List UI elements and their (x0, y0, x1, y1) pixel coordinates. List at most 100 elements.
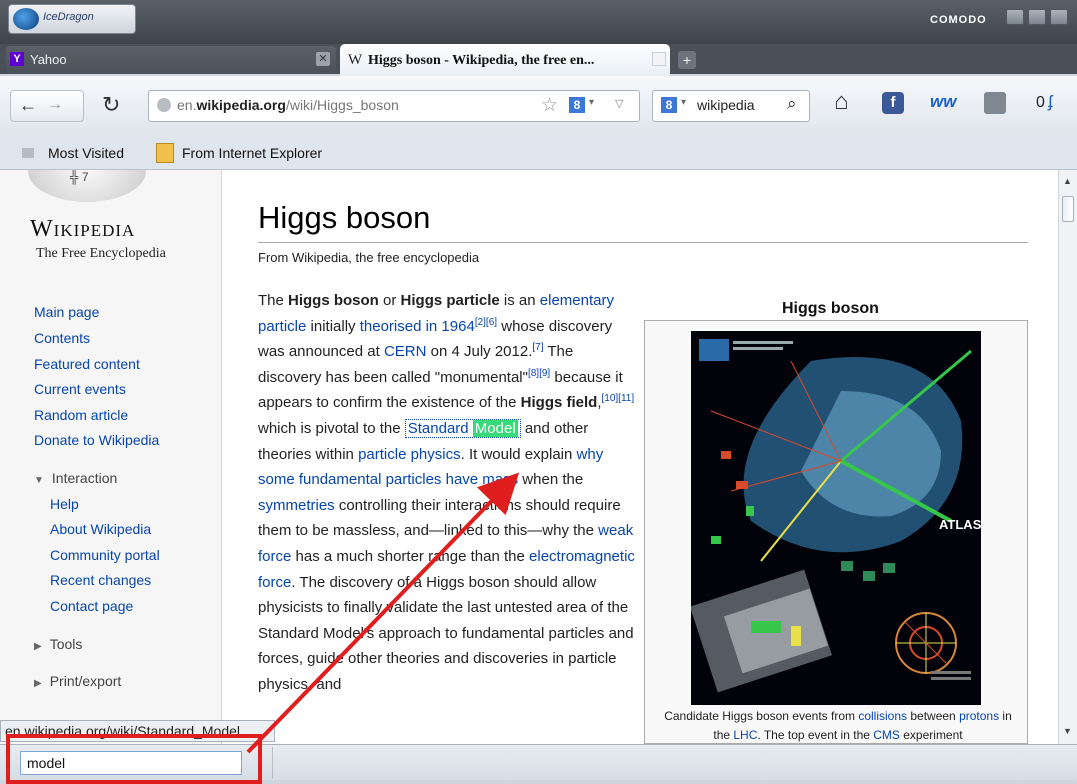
section-interaction[interactable]: ▼ Interaction (34, 470, 117, 486)
url-text: en.wikipedia.org/wiki/Higgs_boson (177, 97, 399, 113)
nav-main-page[interactable]: Main page (34, 304, 99, 320)
history-dropdown-icon[interactable]: ▽ (615, 97, 623, 110)
link-theorised[interactable]: theorised in 1964 (360, 318, 475, 335)
counter-label: 0 (1036, 94, 1045, 111)
nav-donate[interactable]: Donate to Wikipedia (34, 432, 159, 448)
link-lhc[interactable]: LHC (733, 728, 757, 742)
home-icon[interactable]: ⌂ (834, 88, 849, 116)
tab-label: Higgs boson - Wikipedia, the free en... (368, 53, 595, 68)
folder-icon (156, 143, 174, 163)
atlas-label: ATLAS (939, 517, 981, 532)
find-match-highlight: Model (472, 419, 518, 437)
wikipedia-favicon-icon: W (348, 52, 363, 68)
app-menu-button[interactable]: IceDragon (8, 4, 136, 34)
wiki-sidebar: ╬ 7 Wikipedia The Free Encyclopedia Main… (0, 170, 222, 744)
citation[interactable]: [2][6] (475, 317, 497, 328)
app-name: IceDragon (43, 11, 94, 23)
bookmark-service-icon[interactable]: 8 (569, 97, 585, 113)
site-identity-icon[interactable] (157, 98, 171, 112)
search-engine-dropdown-icon[interactable]: ▾ (681, 97, 686, 108)
infobox: ATLAS Candidate Higgs boson events from … (644, 320, 1028, 744)
social-share-icon[interactable]: ww (930, 92, 956, 112)
section-tools[interactable]: ▶ Tools (34, 636, 82, 652)
bookmark-most-visited[interactable]: Most Visited (48, 145, 124, 161)
page-subtitle: From Wikipedia, the free encyclopedia (258, 250, 480, 265)
navigation-bar: ← → ↻ en.wikipedia.org/wiki/Higgs_boson … (0, 76, 1077, 138)
screenshot-icon[interactable] (984, 92, 1006, 114)
wikipedia-tagline: The Free Encyclopedia (36, 246, 166, 261)
nav-featured-content[interactable]: Featured content (34, 356, 140, 372)
wikipedia-wordmark[interactable]: Wikipedia (30, 216, 135, 243)
nav-community-portal[interactable]: Community portal (50, 547, 160, 563)
bookmark-star-icon[interactable]: ☆ (541, 94, 558, 117)
bookmark-from-ie[interactable]: From Internet Explorer (182, 145, 322, 161)
close-tab-icon[interactable] (652, 52, 666, 66)
scroll-up-arrow-icon[interactable]: ▲ (1063, 176, 1072, 186)
link-standard-model[interactable]: Standard Model (404, 418, 521, 438)
scroll-down-arrow-icon[interactable]: ▼ (1063, 726, 1072, 736)
annotation-highlight-box (6, 734, 262, 784)
expanded-triangle-icon: ▼ (34, 475, 44, 486)
new-tab-button[interactable]: + (678, 51, 696, 69)
extension-icon[interactable]: ʄ (1048, 92, 1052, 112)
link-particle-physics[interactable]: particle physics (358, 446, 461, 463)
collision-event-image[interactable]: ATLAS (691, 331, 981, 705)
tab-higgs-boson[interactable]: W Higgs boson - Wikipedia, the free en..… (340, 44, 670, 76)
close-tab-icon[interactable]: ✕ (316, 52, 330, 66)
maximize-button[interactable] (1028, 9, 1046, 25)
citation[interactable]: [8][9] (528, 368, 550, 379)
article-paragraph: The Higgs boson or Higgs particle is an … (258, 292, 635, 693)
scroll-thumb[interactable] (1062, 196, 1074, 222)
collapsed-triangle-icon: ▶ (34, 678, 42, 689)
collapsed-triangle-icon: ▶ (34, 641, 42, 652)
title-bar: IceDragon COMODO (0, 0, 1077, 44)
nav-contents[interactable]: Contents (34, 330, 90, 346)
search-input[interactable]: wikipedia (697, 97, 755, 113)
bookmarks-bar: Most Visited From Internet Explorer (0, 138, 1077, 170)
most-visited-icon (22, 148, 34, 158)
collision-graphic: ATLAS (691, 331, 981, 705)
globe-glyphs: ╬ 7 (70, 170, 89, 184)
nav-current-events[interactable]: Current events (34, 381, 126, 397)
link-cms[interactable]: CMS (873, 728, 900, 742)
yahoo-favicon-icon: Y (10, 52, 24, 66)
brand-label: COMODO (930, 14, 987, 26)
link-collisions[interactable]: collisions (858, 709, 907, 723)
minimize-button[interactable] (1006, 9, 1024, 25)
nav-help[interactable]: Help (50, 496, 79, 512)
article-content: Higgs boson From Wikipedia, the free enc… (222, 170, 1058, 744)
link-cern[interactable]: CERN (384, 343, 427, 360)
citation[interactable]: [7] (532, 342, 543, 353)
tab-yahoo[interactable]: Y Yahoo ✕ (6, 46, 336, 74)
section-label: Interaction (51, 470, 118, 486)
search-icon[interactable]: ⌕ (787, 94, 797, 114)
icedragon-logo-icon (13, 8, 39, 30)
search-engine-icon[interactable]: 8 (661, 97, 677, 113)
infobox-caption: Candidate Higgs boson events from collis… (664, 709, 1012, 742)
reload-icon[interactable]: ↻ (102, 92, 120, 118)
infobox-title: Higgs boson (782, 300, 879, 317)
vertical-scrollbar[interactable]: ▲ ▼ (1058, 170, 1077, 744)
nav-random-article[interactable]: Random article (34, 407, 128, 423)
section-print-export[interactable]: ▶ Print/export (34, 673, 121, 689)
section-label: Print/export (49, 673, 122, 689)
nav-contact-page[interactable]: Contact page (50, 598, 133, 614)
link-symmetries[interactable]: symmetries (258, 497, 335, 514)
close-window-button[interactable] (1050, 9, 1068, 25)
page-viewport: ╬ 7 Wikipedia The Free Encyclopedia Main… (0, 170, 1077, 744)
nav-about-wikipedia[interactable]: About Wikipedia (50, 521, 151, 537)
search-bar[interactable]: 8 ▾ wikipedia ⌕ (652, 90, 810, 122)
nav-recent-changes[interactable]: Recent changes (50, 572, 151, 588)
citation[interactable]: [10][11] (602, 393, 635, 404)
find-bar-divider (272, 747, 273, 779)
title-divider (258, 242, 1028, 243)
bookmark-dropdown-icon[interactable]: ▾ (589, 97, 594, 108)
tab-label: Yahoo (30, 52, 67, 67)
section-label: Tools (49, 636, 83, 652)
facebook-icon[interactable]: f (882, 92, 904, 114)
forward-arrow-icon[interactable]: → (47, 96, 63, 114)
back-arrow-icon[interactable]: ← (19, 95, 37, 116)
address-bar[interactable]: en.wikipedia.org/wiki/Higgs_boson ☆ 8 ▾ … (148, 90, 640, 122)
back-forward-group: ← → (10, 90, 84, 122)
link-protons[interactable]: protons (959, 709, 999, 723)
